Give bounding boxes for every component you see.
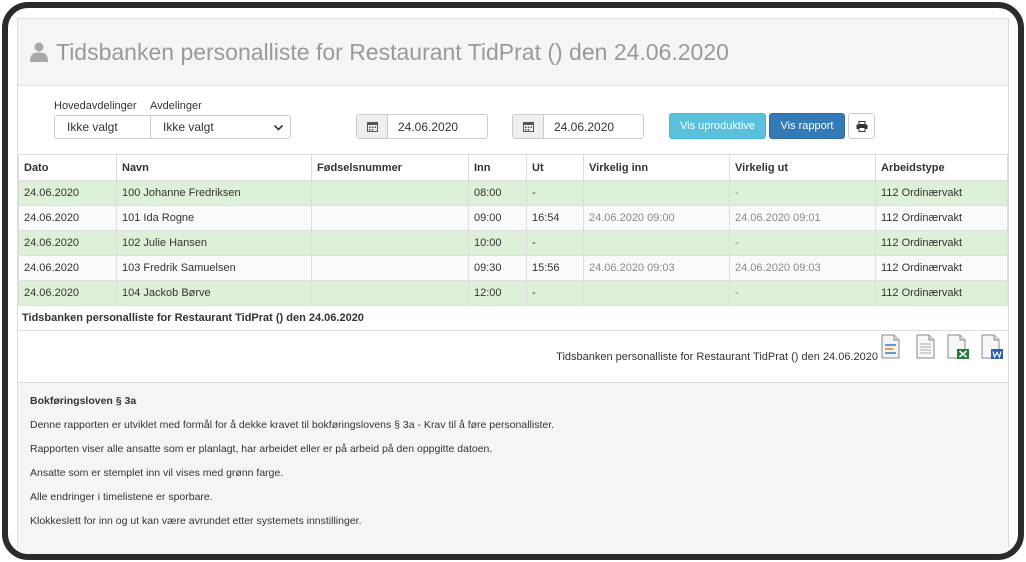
cell-inn: 09:30 (468, 255, 527, 281)
report-panel: Tidsbanken personalliste for Restaurant … (17, 18, 1009, 554)
cell-inn: 12:00 (468, 280, 527, 306)
vis-rapport-button[interactable]: Vis rapport (769, 113, 845, 139)
cell-arbeidstype: 112 Ordinærvakt (875, 205, 1008, 231)
info-title: Bokføringsloven § 3a (30, 395, 137, 407)
cell-dato: 24.06.2020 (18, 280, 117, 306)
table-row: 24.06.2020 101 Ida Rogne 09:00 16:54 24.… (18, 205, 1008, 231)
cell-virkelig-inn: 24.06.2020 09:00 (583, 205, 730, 231)
calendar-icon[interactable] (513, 115, 544, 138)
cell-inn: 09:00 (468, 205, 527, 231)
col-inn[interactable]: Inn (468, 154, 527, 181)
page-header: Tidsbanken personalliste for Restaurant … (18, 19, 1008, 86)
info-line: Denne rapporten er utviklet med formål f… (30, 419, 555, 431)
info-line: Rapporten viser alle ansatte som er plan… (30, 443, 493, 455)
user-icon (30, 42, 48, 62)
table-header-row: Dato Navn Fødselsnummer Inn Ut Virkelig … (18, 154, 1008, 181)
hovedavdelinger-value: Ikke valgt (67, 120, 118, 134)
cell-navn: 102 Julie Hansen (116, 230, 312, 256)
hovedavdelinger-label: Hovedavdelinger (54, 100, 137, 112)
cell-virkelig-inn (583, 280, 730, 306)
avdelinger-select[interactable]: Ikke valgt (150, 115, 291, 139)
cell-navn: 100 Johanne Fredriksen (116, 180, 312, 206)
col-fodselsnummer[interactable]: Fødselsnummer (311, 154, 469, 181)
cell-virkelig-ut: - (729, 280, 876, 306)
window-frame: Tidsbanken personalliste for Restaurant … (2, 2, 1024, 560)
table-row: 24.06.2020 103 Fredrik Samuelsen 09:30 1… (18, 255, 1008, 281)
cell-dato: 24.06.2020 (18, 180, 117, 206)
table-row: 24.06.2020 104 Jackob Børve 12:00 - - 11… (18, 280, 1008, 306)
export-excel-icon[interactable] (946, 334, 970, 360)
cell-arbeidstype: 112 Ordinærvakt (875, 180, 1008, 206)
cell-virkelig-ut: 24.06.2020 09:01 (729, 205, 876, 231)
export-pdf-icon[interactable] (880, 334, 902, 360)
export-csv-icon[interactable] (915, 334, 937, 360)
date-from-field[interactable]: 24.06.2020 (356, 114, 488, 139)
personnel-table: Dato Navn Fødselsnummer Inn Ut Virkelig … (18, 154, 1008, 306)
cell-fnr (311, 180, 469, 206)
cell-fnr (311, 255, 469, 281)
date-to-field[interactable]: 24.06.2020 (512, 114, 644, 139)
print-button[interactable] (848, 113, 875, 139)
cell-navn: 104 Jackob Børve (116, 280, 312, 306)
col-navn[interactable]: Navn (116, 154, 312, 181)
calendar-icon[interactable] (357, 115, 388, 138)
info-line: Alle endringer i timelistene er sporbare… (30, 491, 213, 503)
cell-ut: 15:56 (526, 255, 584, 281)
hovedavdelinger-select[interactable]: Ikke valgt (54, 115, 156, 139)
cell-inn: 10:00 (468, 230, 527, 256)
cell-arbeidstype: 112 Ordinærvakt (875, 255, 1008, 281)
cell-fnr (311, 205, 469, 231)
export-bar: Tidsbanken personalliste for Restaurant … (18, 331, 1008, 383)
table-row: 24.06.2020 100 Johanne Fredriksen 08:00 … (18, 180, 1008, 206)
cell-virkelig-inn: 24.06.2020 09:03 (583, 255, 730, 281)
cell-navn: 101 Ida Rogne (116, 205, 312, 231)
print-icon (856, 120, 867, 132)
table-row: 24.06.2020 102 Julie Hansen 10:00 - - 11… (18, 230, 1008, 256)
cell-ut: - (526, 180, 584, 206)
col-virkelig-inn[interactable]: Virkelig inn (583, 154, 730, 181)
cell-navn: 103 Fredrik Samuelsen (116, 255, 312, 281)
export-title: Tidsbanken personalliste for Restaurant … (556, 351, 878, 363)
vis-uproduktive-button[interactable]: Vis uproduktive (669, 113, 766, 139)
col-dato[interactable]: Dato (18, 154, 117, 181)
col-arbeidstype[interactable]: Arbeidstype (875, 154, 1008, 181)
cell-virkelig-inn (583, 230, 730, 256)
col-ut[interactable]: Ut (526, 154, 584, 181)
cell-virkelig-ut: - (729, 230, 876, 256)
info-line: Ansatte som er stemplet inn vil vises me… (30, 467, 284, 479)
cell-virkelig-ut: - (729, 180, 876, 206)
cell-arbeidstype: 112 Ordinærvakt (875, 280, 1008, 306)
page-title: Tidsbanken personalliste for Restaurant … (56, 38, 729, 65)
cell-dato: 24.06.2020 (18, 230, 117, 256)
cell-arbeidstype: 112 Ordinærvakt (875, 230, 1008, 256)
cell-fnr (311, 230, 469, 256)
info-section: Bokføringsloven § 3a Denne rapporten er … (18, 383, 1008, 554)
col-virkelig-ut[interactable]: Virkelig ut (729, 154, 876, 181)
info-line: Klokkeslett for inn og ut kan være avrun… (30, 515, 362, 527)
filter-bar: Hovedavdelinger Avdelinger Ikke valgt Ik… (18, 86, 1008, 154)
chevron-down-icon (273, 124, 284, 131)
date-from-value: 24.06.2020 (398, 120, 459, 134)
cell-virkelig-ut: 24.06.2020 09:03 (729, 255, 876, 281)
cell-ut: - (526, 230, 584, 256)
export-word-icon[interactable] (980, 334, 1004, 360)
cell-inn: 08:00 (468, 180, 527, 206)
cell-virkelig-inn (583, 180, 730, 206)
avdelinger-label: Avdelinger (150, 100, 202, 112)
cell-fnr (311, 280, 469, 306)
date-to-value: 24.06.2020 (554, 120, 615, 134)
avdelinger-value: Ikke valgt (163, 120, 214, 134)
table-footer: Tidsbanken personalliste for Restaurant … (18, 306, 1008, 331)
cell-ut: - (526, 280, 584, 306)
cell-dato: 24.06.2020 (18, 205, 117, 231)
cell-dato: 24.06.2020 (18, 255, 117, 281)
cell-ut: 16:54 (526, 205, 584, 231)
